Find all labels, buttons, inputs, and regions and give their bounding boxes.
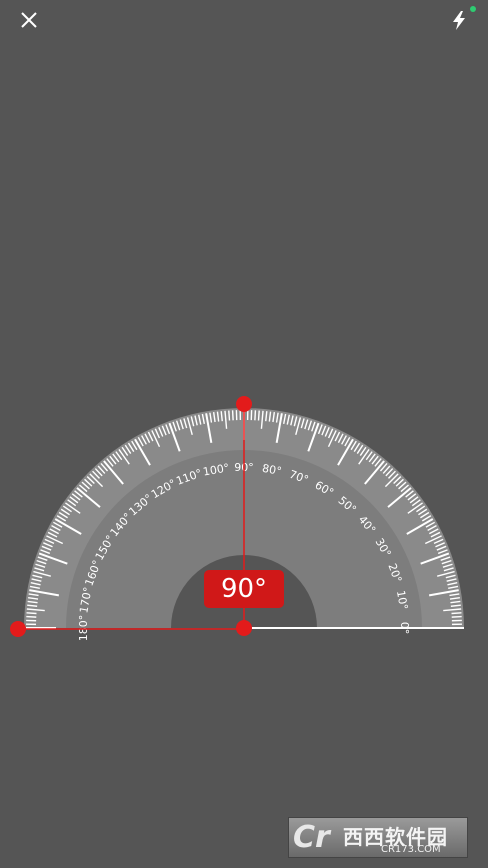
center-handle (236, 620, 252, 636)
watermark-logo-mark: Cr (293, 820, 330, 855)
watermark-url: CR173.COM (381, 844, 441, 855)
tick-mark (228, 410, 231, 421)
watermark-logo: Cr 西西软件园 CR173.COM (288, 817, 468, 858)
protractor-app: 180° 170° 160° 150° 140° 130° 120° 110° 100° 90° 8… (0, 0, 488, 868)
degree-label: 180° (77, 615, 90, 642)
baseline-handle (10, 621, 26, 637)
tick-mark (254, 410, 257, 421)
angle-readout: 90° (204, 570, 284, 608)
tick-mark (451, 612, 462, 615)
angle-handle (236, 396, 252, 412)
tick-mark (451, 615, 462, 618)
tick-mark (26, 615, 37, 618)
protractor-dial: 180°170°160°150°140°130°120°110°100° 90° 8… (10, 396, 464, 642)
tick-mark (231, 410, 234, 421)
tick-mark (257, 410, 260, 421)
tick-mark (26, 612, 37, 615)
